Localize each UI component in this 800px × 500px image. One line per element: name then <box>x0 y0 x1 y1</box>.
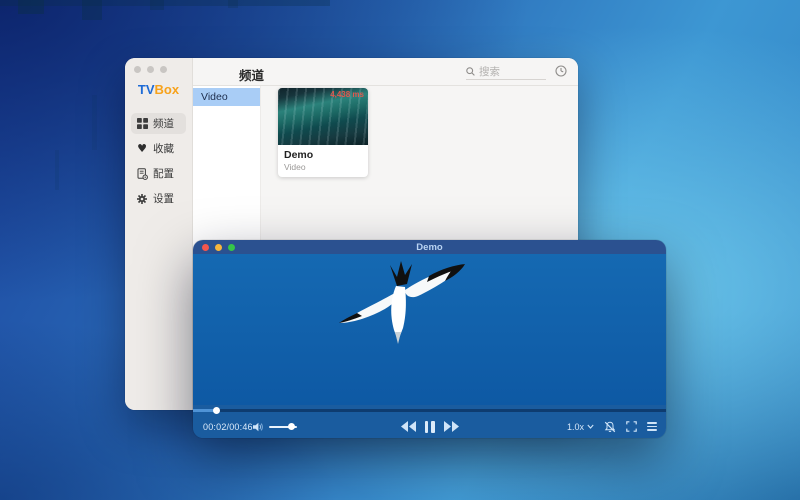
sidebar-item-favorites[interactable]: ♥ 收藏 <box>131 138 186 159</box>
tvbox-header: 频道 <box>193 58 578 86</box>
playlist-menu-icon[interactable] <box>647 422 657 431</box>
chevron-down-icon <box>587 424 594 429</box>
grid-icon <box>136 118 148 130</box>
progress-bar[interactable] <box>193 409 666 412</box>
sidebar-item-channels[interactable]: 频道 <box>131 113 186 134</box>
close-button[interactable] <box>134 66 141 73</box>
forward-button[interactable] <box>444 421 459 432</box>
pause-bar <box>425 421 429 433</box>
channel-item-video[interactable]: Video <box>193 88 260 106</box>
diving-bird-image <box>333 259 483 359</box>
minimize-button[interactable] <box>147 66 154 73</box>
wallpaper-skyline-shape <box>55 150 59 190</box>
sidebar-item-config[interactable]: 配置 <box>131 163 186 184</box>
page-title: 频道 <box>239 65 264 84</box>
time-display: 00:02/00:46 <box>203 422 253 432</box>
sidebar-item-label: 设置 <box>153 191 174 206</box>
bell-off-icon[interactable] <box>604 421 616 433</box>
progress-knob[interactable] <box>213 407 220 414</box>
zoom-button[interactable] <box>228 244 235 251</box>
tvbox-logo: TVBox <box>125 82 192 97</box>
rewind-button[interactable] <box>401 421 416 432</box>
player-traffic-lights <box>202 244 235 251</box>
wallpaper-skyline-shape <box>92 95 97 150</box>
sidebar-item-label: 频道 <box>153 116 174 131</box>
minimize-button[interactable] <box>215 244 222 251</box>
wallpaper-skyline-shape <box>0 0 330 6</box>
logo-tv-text: TV <box>138 82 155 97</box>
pause-bar <box>431 421 435 433</box>
video-card[interactable]: 4,438 ms Demo Video <box>278 88 368 177</box>
clock-icon <box>555 65 567 77</box>
video-thumbnail[interactable]: 4,438 ms <box>278 88 368 145</box>
tvbox-traffic-lights <box>134 66 167 73</box>
search-input[interactable] <box>479 66 537 78</box>
volume-knob[interactable] <box>288 423 295 430</box>
volume-icon[interactable] <box>253 422 264 432</box>
desktop-wallpaper: TVBox 频道 ♥ 收藏 配置 <box>0 0 800 500</box>
player-controls: 00:02/00:46 <box>193 405 666 438</box>
video-viewport[interactable] <box>193 254 666 405</box>
progress-played <box>193 409 214 412</box>
fullscreen-icon[interactable] <box>626 421 637 432</box>
playback-controls <box>401 421 459 433</box>
sidebar-item-settings[interactable]: 设置 <box>131 188 186 209</box>
heart-icon: ♥ <box>136 143 148 155</box>
sidebar-item-label: 收藏 <box>153 141 174 156</box>
speed-label: 1.0x <box>567 422 584 432</box>
sidebar-item-label: 配置 <box>153 166 174 181</box>
tvbox-nav: 频道 ♥ 收藏 配置 设置 <box>125 113 192 209</box>
zoom-button[interactable] <box>160 66 167 73</box>
player-titlebar: Demo <box>193 240 666 254</box>
player-window: Demo 00:02/ <box>193 240 666 438</box>
history-button[interactable] <box>553 63 569 79</box>
speed-selector[interactable]: 1.0x <box>567 422 594 432</box>
controls-row: 00:02/00:46 <box>193 415 666 438</box>
gear-icon <box>136 193 148 205</box>
wallpaper-skyline-shape <box>228 0 238 8</box>
player-window-title: Demo <box>193 242 666 253</box>
volume-slider[interactable] <box>269 423 297 430</box>
config-file-icon <box>136 168 148 180</box>
pause-button[interactable] <box>425 421 435 433</box>
wallpaper-skyline-shape <box>150 0 164 10</box>
logo-box-text: Box <box>155 82 180 97</box>
search-icon <box>466 67 475 76</box>
tvbox-sidebar: TVBox 频道 ♥ 收藏 配置 <box>125 58 193 410</box>
card-subtitle: Video <box>278 161 368 177</box>
close-button[interactable] <box>202 244 209 251</box>
secondary-controls: 1.0x <box>567 421 657 433</box>
search-field[interactable] <box>466 64 546 80</box>
volume-group <box>253 422 297 432</box>
latency-badge: 4,438 ms <box>330 90 364 99</box>
card-title: Demo <box>278 145 368 161</box>
